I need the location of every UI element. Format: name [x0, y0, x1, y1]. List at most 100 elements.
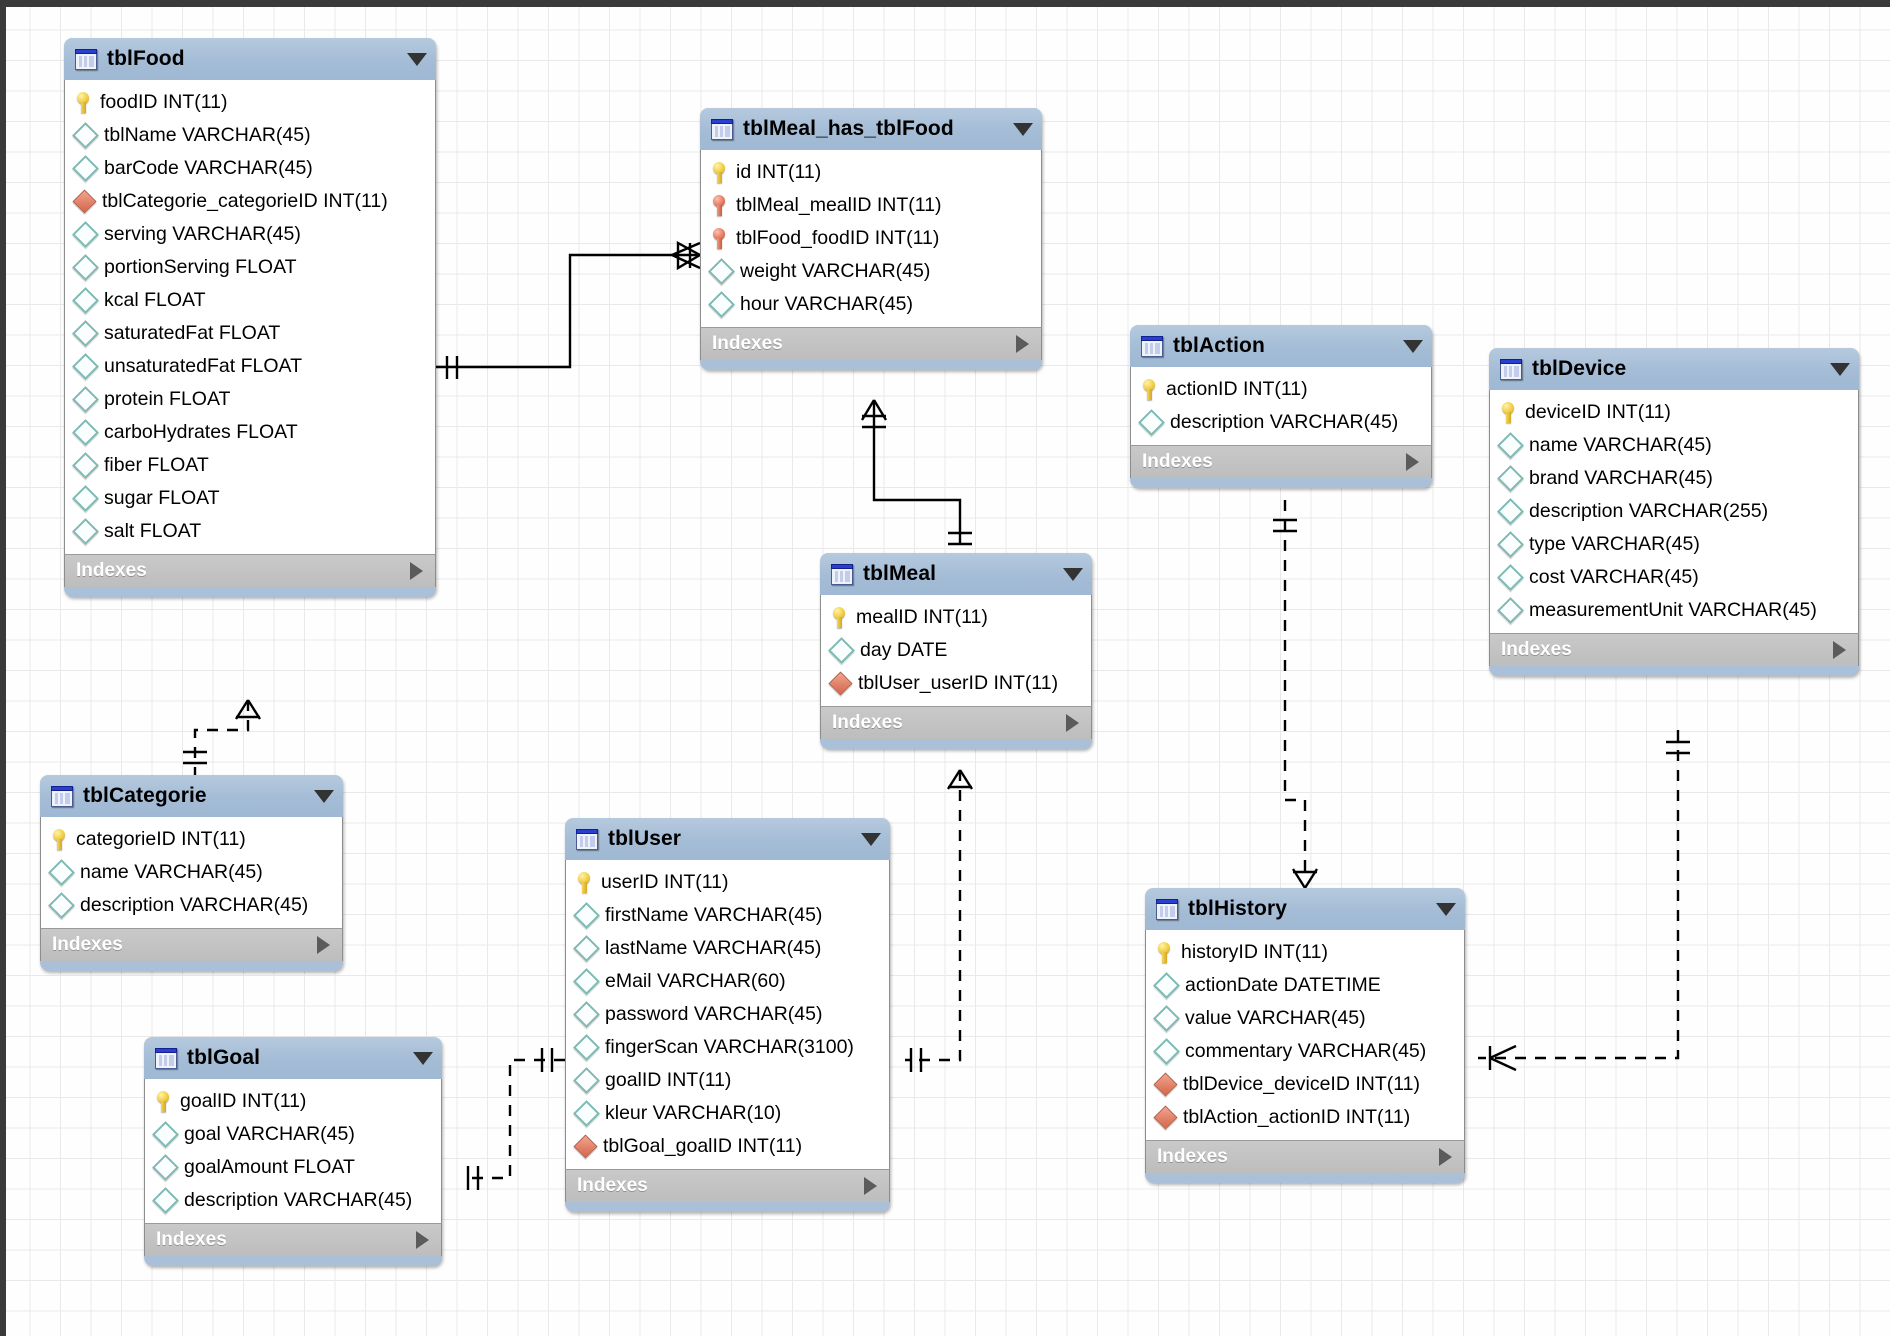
chevron-right-icon[interactable] — [1833, 641, 1846, 659]
table-row[interactable]: description VARCHAR(45) — [1131, 406, 1431, 439]
indexes-section[interactable]: Indexes — [64, 554, 436, 587]
table-tblMeal_has_tblFood[interactable]: tblMeal_has_tblFood id INT(11) tblMeal_m… — [700, 108, 1042, 370]
table-header-tblDevice[interactable]: tblDevice — [1489, 348, 1859, 390]
table-header-tblUser[interactable]: tblUser — [565, 818, 890, 860]
table-row[interactable]: salt FLOAT — [65, 515, 435, 548]
table-row[interactable]: carboHydrates FLOAT — [65, 416, 435, 449]
table-row[interactable]: description VARCHAR(45) — [41, 889, 342, 922]
table-row[interactable]: unsaturatedFat FLOAT — [65, 350, 435, 383]
table-row[interactable]: kcal FLOAT — [65, 284, 435, 317]
table-tblHistory[interactable]: tblHistory historyID INT(11) actionDate … — [1145, 888, 1465, 1183]
table-row[interactable]: value VARCHAR(45) — [1146, 1002, 1464, 1035]
table-row[interactable]: serving VARCHAR(45) — [65, 218, 435, 251]
table-tblMeal[interactable]: tblMeal mealID INT(11) day DATE tblUser_… — [820, 553, 1092, 749]
table-row[interactable]: day DATE — [821, 634, 1091, 667]
table-row[interactable]: description VARCHAR(255) — [1490, 495, 1858, 528]
table-row[interactable]: kleur VARCHAR(10) — [566, 1097, 889, 1130]
table-row[interactable]: weight VARCHAR(45) — [701, 255, 1041, 288]
table-row[interactable]: userID INT(11) — [566, 866, 889, 899]
table-header-tblAction[interactable]: tblAction — [1130, 325, 1432, 367]
indexes-section[interactable]: Indexes — [1489, 633, 1859, 666]
table-icon — [1141, 336, 1163, 357]
table-row[interactable]: portionServing FLOAT — [65, 251, 435, 284]
table-tblCategorie[interactable]: tblCategorie categorieID INT(11) name VA… — [40, 775, 343, 971]
table-row[interactable]: mealID INT(11) — [821, 601, 1091, 634]
chevron-down-icon[interactable] — [1403, 340, 1423, 353]
table-row[interactable]: tblAction_actionID INT(11) — [1146, 1101, 1464, 1134]
table-header-tblMeal_has_tblFood[interactable]: tblMeal_has_tblFood — [700, 108, 1042, 150]
table-row[interactable]: name VARCHAR(45) — [1490, 429, 1858, 462]
table-row[interactable]: historyID INT(11) — [1146, 936, 1464, 969]
table-row[interactable]: tblUser_userID INT(11) — [821, 667, 1091, 700]
indexes-section[interactable]: Indexes — [40, 928, 343, 961]
table-header-tblGoal[interactable]: tblGoal — [144, 1037, 442, 1079]
chevron-down-icon[interactable] — [1830, 363, 1850, 376]
chevron-right-icon[interactable] — [864, 1177, 877, 1195]
table-row[interactable]: cost VARCHAR(45) — [1490, 561, 1858, 594]
table-row[interactable]: fingerScan VARCHAR(3100) — [566, 1031, 889, 1064]
table-row[interactable]: goalAmount FLOAT — [145, 1151, 441, 1184]
chevron-right-icon[interactable] — [1066, 714, 1079, 732]
table-row[interactable]: actionID INT(11) — [1131, 373, 1431, 406]
table-tblUser[interactable]: tblUser userID INT(11) firstName VARCHAR… — [565, 818, 890, 1212]
table-row[interactable]: description VARCHAR(45) — [145, 1184, 441, 1217]
table-row[interactable]: goalID INT(11) — [566, 1064, 889, 1097]
table-row[interactable]: foodID INT(11) — [65, 86, 435, 119]
table-row[interactable]: sugar FLOAT — [65, 482, 435, 515]
table-tblGoal[interactable]: tblGoal goalID INT(11) goal VARCHAR(45) … — [144, 1037, 442, 1266]
chevron-down-icon[interactable] — [1063, 568, 1083, 581]
indexes-section[interactable]: Indexes — [1130, 445, 1432, 478]
table-tblFood[interactable]: tblFood foodID INT(11) tblName VARCHAR(4… — [64, 38, 436, 597]
table-row[interactable]: categorieID INT(11) — [41, 823, 342, 856]
indexes-section[interactable]: Indexes — [1145, 1140, 1465, 1173]
table-tblDevice[interactable]: tblDevice deviceID INT(11) name VARCHAR(… — [1489, 348, 1859, 676]
table-row[interactable]: firstName VARCHAR(45) — [566, 899, 889, 932]
table-row[interactable]: actionDate DATETIME — [1146, 969, 1464, 1002]
chevron-right-icon[interactable] — [1439, 1148, 1452, 1166]
table-row[interactable]: measurementUnit VARCHAR(45) — [1490, 594, 1858, 627]
chevron-down-icon[interactable] — [413, 1052, 433, 1065]
chevron-down-icon[interactable] — [1013, 123, 1033, 136]
table-row[interactable]: tblMeal_mealID INT(11) — [701, 189, 1041, 222]
indexes-section[interactable]: Indexes — [144, 1223, 442, 1256]
table-row[interactable]: lastName VARCHAR(45) — [566, 932, 889, 965]
chevron-down-icon[interactable] — [314, 790, 334, 803]
table-row[interactable]: type VARCHAR(45) — [1490, 528, 1858, 561]
table-header-tblHistory[interactable]: tblHistory — [1145, 888, 1465, 930]
chevron-down-icon[interactable] — [861, 833, 881, 846]
table-row[interactable]: fiber FLOAT — [65, 449, 435, 482]
table-row[interactable]: saturatedFat FLOAT — [65, 317, 435, 350]
table-row[interactable]: hour VARCHAR(45) — [701, 288, 1041, 321]
chevron-down-icon[interactable] — [407, 53, 427, 66]
chevron-right-icon[interactable] — [317, 936, 330, 954]
chevron-right-icon[interactable] — [410, 562, 423, 580]
table-row[interactable]: tblName VARCHAR(45) — [65, 119, 435, 152]
table-row[interactable]: password VARCHAR(45) — [566, 998, 889, 1031]
indexes-section[interactable]: Indexes — [565, 1169, 890, 1202]
table-header-tblCategorie[interactable]: tblCategorie — [40, 775, 343, 817]
table-row[interactable]: goalID INT(11) — [145, 1085, 441, 1118]
table-tblAction[interactable]: tblAction actionID INT(11) description V… — [1130, 325, 1432, 488]
table-row[interactable]: protein FLOAT — [65, 383, 435, 416]
chevron-right-icon[interactable] — [1016, 335, 1029, 353]
table-header-tblMeal[interactable]: tblMeal — [820, 553, 1092, 595]
chevron-right-icon[interactable] — [1406, 453, 1419, 471]
chevron-right-icon[interactable] — [416, 1231, 429, 1249]
table-row[interactable]: name VARCHAR(45) — [41, 856, 342, 889]
eer-diagram-canvas[interactable]: tblFood foodID INT(11) tblName VARCHAR(4… — [0, 0, 1890, 1336]
table-row[interactable]: tblDevice_deviceID INT(11) — [1146, 1068, 1464, 1101]
table-row[interactable]: tblCategorie_categorieID INT(11) — [65, 185, 435, 218]
table-row[interactable]: goal VARCHAR(45) — [145, 1118, 441, 1151]
table-row[interactable]: tblFood_foodID INT(11) — [701, 222, 1041, 255]
table-row[interactable]: id INT(11) — [701, 156, 1041, 189]
table-row[interactable]: tblGoal_goalID INT(11) — [566, 1130, 889, 1163]
table-row[interactable]: barCode VARCHAR(45) — [65, 152, 435, 185]
chevron-down-icon[interactable] — [1436, 903, 1456, 916]
indexes-section[interactable]: Indexes — [820, 706, 1092, 739]
table-row[interactable]: eMail VARCHAR(60) — [566, 965, 889, 998]
table-row[interactable]: commentary VARCHAR(45) — [1146, 1035, 1464, 1068]
table-row[interactable]: brand VARCHAR(45) — [1490, 462, 1858, 495]
table-row[interactable]: deviceID INT(11) — [1490, 396, 1858, 429]
indexes-section[interactable]: Indexes — [700, 327, 1042, 360]
table-header-tblFood[interactable]: tblFood — [64, 38, 436, 80]
